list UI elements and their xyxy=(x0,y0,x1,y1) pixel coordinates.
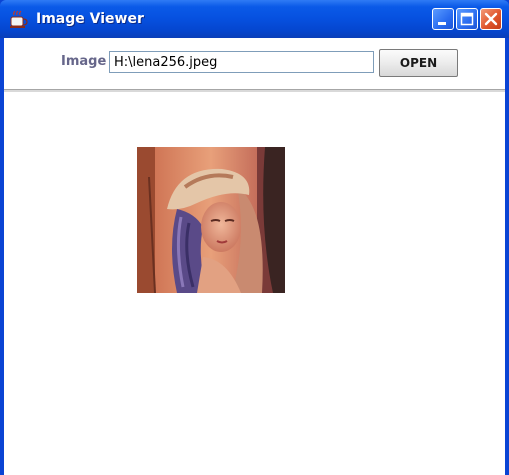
title-bar[interactable]: Image Viewer xyxy=(0,0,509,38)
minimize-button[interactable] xyxy=(432,8,454,30)
image-label: Image xyxy=(61,54,107,69)
window-border-right xyxy=(505,38,509,475)
toolbar: Image OPEN xyxy=(4,38,505,90)
image-display-area xyxy=(4,92,505,475)
maximize-icon xyxy=(460,12,474,26)
open-button[interactable]: OPEN xyxy=(379,49,458,77)
java-cup-icon[interactable] xyxy=(8,9,30,29)
window-title: Image Viewer xyxy=(36,11,144,27)
minimize-icon xyxy=(438,22,446,25)
image-viewer-window: Image Viewer Image OPEN xyxy=(0,0,509,475)
close-icon xyxy=(484,12,498,26)
close-button[interactable] xyxy=(480,8,502,30)
maximize-button[interactable] xyxy=(456,8,478,30)
window-content: Image OPEN xyxy=(4,38,505,475)
image-path-input[interactable] xyxy=(109,51,374,73)
displayed-image xyxy=(137,147,285,293)
